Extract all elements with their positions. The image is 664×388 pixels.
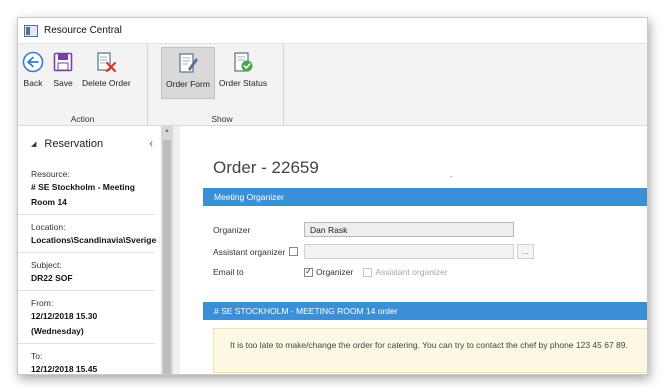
order-title: Order - 22659 [213, 158, 319, 177]
delete-order-button[interactable]: Delete Order [78, 47, 135, 99]
resource-label: Resource: [31, 169, 70, 179]
save-button[interactable]: Save [48, 47, 78, 99]
ribbon-group-action: Back Save Delete Order Action [18, 44, 148, 127]
location-field: Location: Locations\Scandinavia\Sverige [18, 215, 157, 253]
reservation-header[interactable]: ◢ Reservation ‹ [18, 126, 161, 162]
email-to-label: Email to [213, 267, 244, 277]
organizer-row: Organizer Dan Rask [213, 222, 514, 237]
email-organizer-option[interactable]: ✓ Organizer [304, 267, 353, 277]
meeting-organizer-section-header: Meeting Organizer [203, 188, 647, 206]
to-label: To: [31, 351, 43, 361]
subject-field: Subject: DR22 SOF [18, 253, 155, 291]
ribbon-group-action-label: Action [70, 114, 95, 124]
from-label: From: [31, 298, 54, 308]
order-status-button-label: Order Status [218, 78, 268, 88]
ribbon-group-show-label: Show [211, 114, 233, 124]
order-panel: Order - 22659 . Meeting Organizer Organi… [180, 126, 647, 374]
app-window: Resource Central Back Save Delete Order … [17, 17, 648, 375]
room-order-section-header: # SE STOCKHOLM - MEETING ROOM 14 order [203, 302, 647, 320]
resource-value: # SE Stockholm - Meeting Room 14 [31, 180, 155, 214]
from-value-line: (Wednesday) [31, 326, 84, 336]
from-field: From: 12/12/2018 15.30 (Wednesday) [18, 291, 155, 344]
reservation-sidebar: ◢ Reservation ‹ Resource: # SE Stockholm… [18, 126, 161, 374]
back-arrow-icon [22, 51, 44, 73]
to-value: 12/12/2018 15.45 [31, 364, 98, 374]
organizer-label: Organizer [213, 224, 251, 235]
assistant-organizer-label-group: Assistant organizer [213, 247, 304, 257]
vertical-scrollbar[interactable]: ▲ [161, 126, 173, 374]
order-status-icon [234, 52, 253, 72]
assistant-organizer-checkbox[interactable] [289, 247, 299, 256]
assistant-organizer-label: Assistant organizer [213, 246, 286, 257]
to-field: To: 12/12/2018 15.45 [18, 344, 155, 374]
scroll-up-icon[interactable]: ▲ [164, 128, 170, 134]
from-value: 12/12/2018 15.30 (Wednesday) [31, 309, 155, 343]
scrollbar-thumb[interactable] [163, 140, 171, 374]
order-status-button[interactable]: Order Status [215, 47, 271, 99]
catering-notice: It is too late to make/change the order … [213, 328, 647, 373]
ribbon-group-show: Order Form Order Status Show [161, 44, 284, 127]
subject-label: Subject: [31, 260, 62, 270]
resource-field: Resource: # SE Stockholm - Meeting Room … [18, 162, 155, 215]
app-window-icon [24, 24, 38, 37]
order-form-button-label: Order Form [166, 79, 210, 89]
title-bar: Resource Central [18, 18, 647, 43]
order-form-button[interactable]: Order Form [161, 47, 215, 99]
main-content: Order - 22659 . Meeting Organizer Organi… [173, 126, 647, 374]
subject-value: DR22 SOF [31, 273, 73, 283]
browse-button[interactable]: ... [517, 244, 534, 259]
collapse-triangle-icon: ◢ [31, 141, 37, 148]
sidebar-collapse-icon[interactable]: ‹ [149, 138, 153, 150]
reservation-header-label: Reservation [44, 138, 104, 150]
email-assistant-label: Assistant organizer [375, 267, 448, 277]
assistant-organizer-field[interactable] [304, 244, 514, 259]
assistant-organizer-row: Assistant organizer ... [213, 244, 534, 259]
delete-order-button-label: Delete Order [82, 78, 131, 88]
back-button-label: Back [23, 78, 43, 88]
email-assistant-option: Assistant organizer [363, 267, 448, 277]
stray-dot: . [450, 170, 453, 179]
resource-value-line: # SE Stockholm - Meeting [31, 182, 135, 192]
location-label: Location: [31, 222, 66, 232]
organizer-field[interactable]: Dan Rask [304, 222, 514, 237]
order-form-icon [179, 53, 198, 73]
email-to-row: Email to ✓ Organizer Assistant organizer [213, 267, 458, 277]
from-value-line: 12/12/2018 15.30 [31, 311, 98, 321]
back-button[interactable]: Back [18, 47, 48, 99]
email-organizer-checkbox[interactable]: ✓ [304, 267, 313, 277]
email-assistant-checkbox [363, 267, 373, 277]
save-disk-icon [53, 52, 73, 72]
delete-order-icon [97, 52, 117, 73]
email-organizer-label: Organizer [316, 267, 354, 277]
window-title: Resource Central [44, 25, 122, 36]
resource-value-line: Room 14 [31, 197, 67, 207]
location-value: Locations\Scandinavia\Sverige [31, 235, 157, 245]
save-button-label: Save [53, 78, 73, 88]
ribbon-toolbar: Back Save Delete Order Action Order Form… [18, 43, 647, 127]
